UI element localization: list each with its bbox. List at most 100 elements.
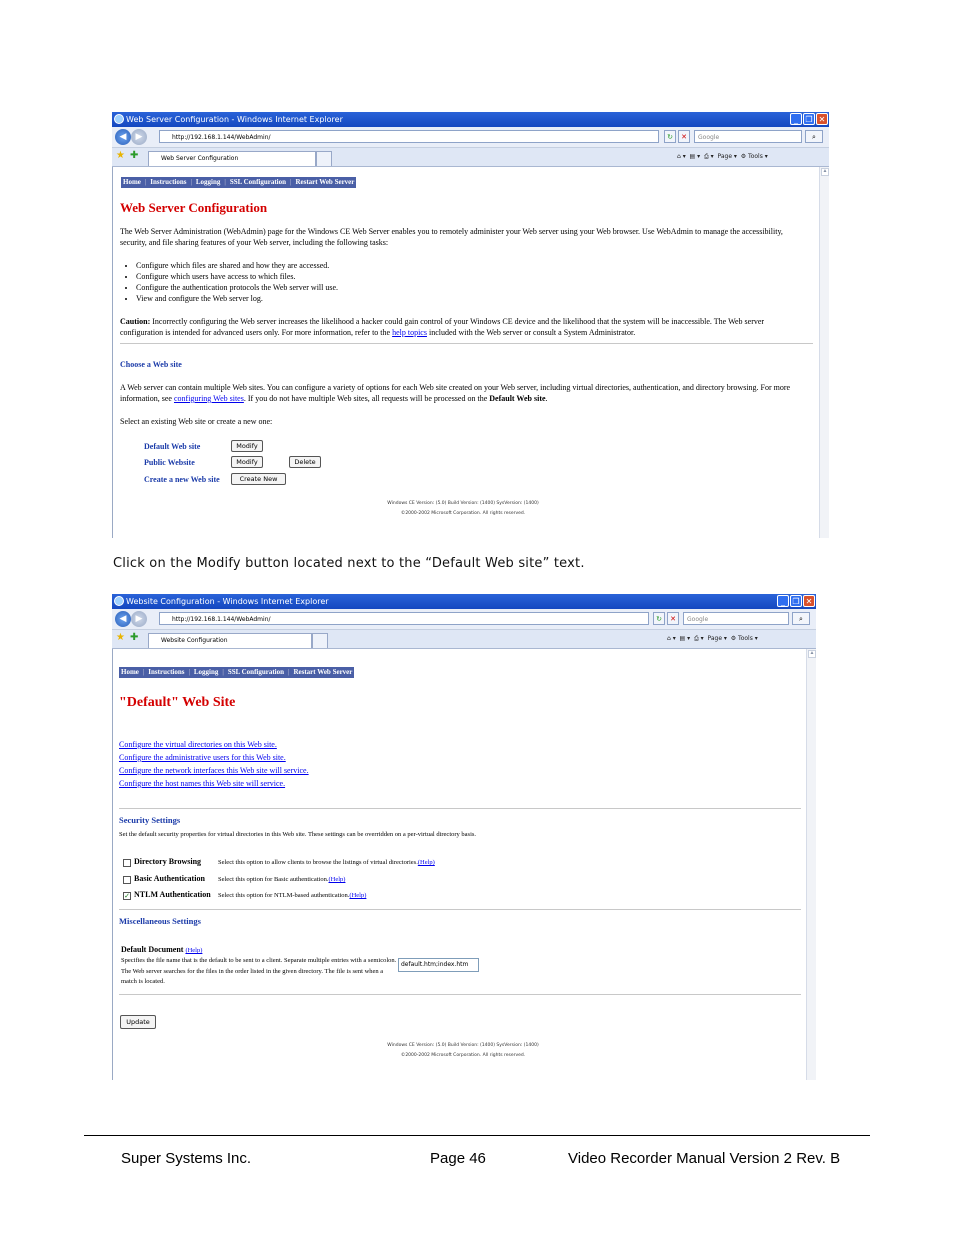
admin-users-link[interactable]: Configure the administrative users for t… xyxy=(119,752,286,763)
nav-home[interactable]: Home xyxy=(123,177,141,188)
ntlm-authentication-help-link[interactable]: (Help) xyxy=(349,892,366,899)
divider xyxy=(119,994,801,995)
task-list: Configure which files are shared and how… xyxy=(120,260,736,304)
window-titlebar: Web Server Configuration - Windows Inter… xyxy=(112,112,829,127)
option-desc: Select this option for NTLM-based authen… xyxy=(218,892,350,899)
page-title: Web Server Configuration xyxy=(120,200,268,215)
option-label: Directory Browsing xyxy=(134,857,202,866)
tools-menu[interactable]: Tools xyxy=(748,153,763,160)
nav-restart-web-server[interactable]: Restart Web Server xyxy=(293,667,352,678)
search-input[interactable]: Google xyxy=(683,612,789,625)
back-button[interactable]: ◀ xyxy=(115,129,131,145)
help-topics-link[interactable]: help topics xyxy=(392,328,427,337)
nav-home[interactable]: Home xyxy=(121,667,139,678)
page-content: Home | Instructions | Logging | SSL Configurat… xyxy=(112,167,829,538)
scroll-up-icon[interactable]: ▲ xyxy=(808,650,816,658)
page-menu[interactable]: Page xyxy=(717,153,732,160)
vertical-scrollbar[interactable]: ▲ xyxy=(806,649,816,1080)
task-item: View and configure the Web server log. xyxy=(136,293,736,304)
directory-browsing-help-link[interactable]: (Help) xyxy=(418,859,435,866)
default-document-help-link[interactable]: (Help) xyxy=(185,947,202,954)
delete-public-button[interactable]: Delete xyxy=(289,456,321,468)
close-button[interactable]: ✕ xyxy=(803,595,815,607)
favorites-star-icon[interactable]: ★ xyxy=(116,150,125,161)
footer-divider xyxy=(84,1135,870,1136)
ntlm-authentication-desc: Select this option for NTLM-based authen… xyxy=(218,890,366,901)
default-web-site-bold: Default Web site xyxy=(489,394,546,403)
divider xyxy=(119,909,801,910)
address-bar-row: ◀ ▶ http://192.168.1.144/WebAdmin/ ↻ ✕ G… xyxy=(112,609,816,630)
forward-button[interactable]: ▶ xyxy=(131,129,147,145)
scroll-up-icon[interactable]: ▲ xyxy=(821,168,829,176)
update-button[interactable]: Update xyxy=(120,1015,156,1029)
network-interfaces-link[interactable]: Configure the network interfaces this We… xyxy=(119,765,309,776)
tab-website-configuration[interactable]: Website Configuration xyxy=(148,633,312,648)
divider xyxy=(120,343,813,344)
address-input[interactable]: http://192.168.1.144/WebAdmin/ xyxy=(159,130,659,143)
new-tab-button[interactable] xyxy=(312,633,328,648)
divider xyxy=(119,808,801,809)
directory-browsing-label: Directory Browsing xyxy=(134,856,201,867)
webadmin-nav: Home | Instructions | Logging | SSL Configurat… xyxy=(119,667,355,678)
nav-logging[interactable]: Logging xyxy=(196,177,221,188)
add-favorites-icon[interactable]: ✚ xyxy=(130,150,138,161)
forward-button[interactable]: ▶ xyxy=(131,611,147,627)
page-menu[interactable]: Page xyxy=(707,635,722,642)
search-icon[interactable]: ⌕ xyxy=(805,130,823,143)
tools-menu[interactable]: Tools xyxy=(738,635,753,642)
nav-ssl-configuration[interactable]: SSL Configuration xyxy=(230,177,286,188)
default-document-input[interactable]: default.htm;index.htm xyxy=(398,958,479,972)
misc-settings-heading: Miscellaneous Settings xyxy=(119,916,201,926)
tab-web-server-configuration[interactable]: Web Server Configuration xyxy=(148,151,316,166)
basic-authentication-help-link[interactable]: (Help) xyxy=(328,876,345,883)
add-favorites-icon[interactable]: ✚ xyxy=(130,632,138,643)
caution-text: Caution: Incorrectly configuring the Web… xyxy=(120,316,805,338)
search-input[interactable]: Google xyxy=(694,130,802,143)
ntlm-authentication-checkbox[interactable]: ✓ xyxy=(123,892,131,900)
stop-button[interactable]: ✕ xyxy=(667,612,679,625)
caption-after: button located next to the “Default Web … xyxy=(240,556,585,571)
search-icon[interactable]: ⌕ xyxy=(792,612,810,625)
caption-before: Click on the xyxy=(113,556,197,571)
stop-button[interactable]: ✕ xyxy=(678,130,690,143)
create-new-button[interactable]: Create New xyxy=(231,473,286,485)
toolbar-commands: ⌂ ▾ ▤ ▾ ⎙ ▾ Page ▾ ⚙ Tools ▾ xyxy=(677,153,768,160)
back-button[interactable]: ◀ xyxy=(115,611,131,627)
nav-logging[interactable]: Logging xyxy=(194,667,219,678)
minimize-button[interactable]: _ xyxy=(777,595,789,607)
default-document-label: Default Document (Help) xyxy=(121,944,202,956)
new-tab-button[interactable] xyxy=(316,151,332,166)
page-content: Home | Instructions | Logging | SSL Configurat… xyxy=(112,649,816,1080)
modify-public-button[interactable]: Modify xyxy=(231,456,263,468)
host-names-link[interactable]: Configure the host names this Web site w… xyxy=(119,778,285,789)
nav-restart-web-server[interactable]: Restart Web Server xyxy=(295,177,354,188)
address-input[interactable]: http://192.168.1.144/WebAdmin/ xyxy=(159,612,649,625)
browser-window-website-config: Website Configuration - Windows Internet… xyxy=(112,594,816,1080)
nav-instructions[interactable]: Instructions xyxy=(150,177,186,188)
sites-tail: . If you do not have multiple Web sites,… xyxy=(243,394,488,403)
option-desc: Select this option to allow clients to b… xyxy=(218,859,418,866)
nav-instructions[interactable]: Instructions xyxy=(148,667,184,678)
basic-authentication-label: Basic Authentication xyxy=(134,873,205,884)
refresh-button[interactable]: ↻ xyxy=(653,612,665,625)
basic-authentication-checkbox[interactable] xyxy=(123,876,131,884)
close-button[interactable]: ✕ xyxy=(816,113,828,125)
site-public-label: Public Website xyxy=(144,458,195,467)
restore-button[interactable]: ❐ xyxy=(790,595,802,607)
caution-label: Caution: xyxy=(120,317,151,326)
nav-ssl-configuration[interactable]: SSL Configuration xyxy=(228,667,284,678)
vertical-scrollbar[interactable]: ▲ xyxy=(819,167,829,538)
refresh-button[interactable]: ↻ xyxy=(664,130,676,143)
favorites-star-icon[interactable]: ★ xyxy=(116,632,125,643)
footer-page-number: Page 46 xyxy=(430,1150,486,1167)
configuring-web-sites-link[interactable]: configuring Web sites xyxy=(174,394,244,403)
directory-browsing-desc: Select this option to allow clients to b… xyxy=(218,857,435,868)
restore-button[interactable]: ❐ xyxy=(803,113,815,125)
minimize-button[interactable]: _ xyxy=(790,113,802,125)
ie-icon xyxy=(114,114,124,124)
virtual-directories-link[interactable]: Configure the virtual directories on thi… xyxy=(119,739,277,750)
task-item: Configure which users have access to whi… xyxy=(136,271,736,282)
option-label: NTLM Authentication xyxy=(134,890,211,899)
directory-browsing-checkbox[interactable] xyxy=(123,859,131,867)
modify-default-button[interactable]: Modify xyxy=(231,440,263,452)
